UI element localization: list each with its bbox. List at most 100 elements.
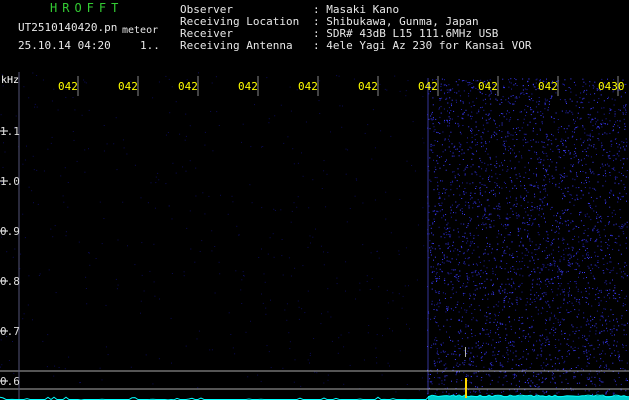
noise-pixel xyxy=(555,166,557,168)
noise-pixel xyxy=(580,326,582,328)
noise-pixel xyxy=(525,115,527,117)
noise-pixel xyxy=(558,246,560,248)
noise-pixel xyxy=(615,138,617,140)
noise-pixel xyxy=(467,225,469,227)
noise-pixel xyxy=(562,145,564,146)
noise-pixel xyxy=(430,227,432,229)
noise-pixel xyxy=(454,91,456,93)
noise-pixel xyxy=(453,366,455,368)
noise-pixel xyxy=(623,183,625,185)
noise-pixel xyxy=(543,337,545,339)
noise-pixel xyxy=(604,164,606,166)
noise-pixel xyxy=(547,194,548,196)
noise-pixel xyxy=(486,316,488,318)
noise-pixel xyxy=(540,287,541,289)
noise-pixel xyxy=(140,197,142,199)
noise-pixel xyxy=(171,362,172,364)
noise-pixel xyxy=(544,104,546,106)
noise-pixel xyxy=(578,309,580,311)
noise-pixel xyxy=(531,109,533,111)
noise-pixel xyxy=(593,173,595,175)
noise-pixel xyxy=(336,283,338,285)
noise-pixel xyxy=(447,125,448,127)
noise-pixel xyxy=(585,350,587,352)
noise-pixel xyxy=(543,205,545,206)
noise-pixel xyxy=(442,252,443,254)
noise-pixel xyxy=(460,329,462,331)
noise-pixel xyxy=(494,258,496,260)
noise-pixel xyxy=(605,392,607,394)
noise-pixel xyxy=(613,340,615,342)
noise-pixel xyxy=(452,171,454,173)
noise-pixel xyxy=(616,318,618,320)
noise-pixel xyxy=(463,283,464,285)
noise-pixel xyxy=(531,252,533,254)
noise-pixel xyxy=(547,159,549,160)
noise-pixel xyxy=(195,167,197,169)
noise-pixel xyxy=(433,159,434,161)
noise-pixel xyxy=(185,135,187,137)
noise-pixel xyxy=(436,272,438,273)
noise-pixel xyxy=(608,223,609,225)
noise-pixel xyxy=(544,185,545,187)
noise-pixel xyxy=(558,339,560,341)
noise-pixel xyxy=(444,280,446,281)
noise-pixel xyxy=(27,304,29,306)
noise-pixel xyxy=(600,215,602,217)
noise-pixel xyxy=(509,321,511,323)
noise-pixel xyxy=(568,150,570,152)
noise-pixel xyxy=(625,113,627,115)
noise-pixel xyxy=(504,143,505,145)
noise-pixel xyxy=(579,248,581,250)
noise-pixel xyxy=(621,323,623,325)
noise-pixel xyxy=(528,382,529,384)
noise-pixel xyxy=(516,256,518,258)
noise-pixel xyxy=(36,106,38,108)
noise-pixel xyxy=(576,139,578,141)
noise-pixel xyxy=(473,373,475,375)
noise-pixel xyxy=(526,249,528,251)
noise-pixel xyxy=(516,261,517,262)
noise-pixel xyxy=(545,301,547,303)
noise-pixel xyxy=(589,187,591,189)
noise-pixel xyxy=(588,117,590,119)
noise-pixel xyxy=(442,151,444,153)
noise-pixel xyxy=(576,327,578,329)
noise-pixel xyxy=(576,194,578,196)
noise-pixel xyxy=(598,139,600,141)
noise-pixel xyxy=(464,293,466,294)
noise-pixel xyxy=(483,253,485,255)
noise-pixel xyxy=(562,271,564,273)
noise-pixel xyxy=(515,350,517,352)
noise-pixel xyxy=(522,222,524,224)
noise-pixel xyxy=(464,263,466,265)
noise-pixel xyxy=(469,381,471,383)
noise-pixel xyxy=(617,329,618,331)
noise-pixel xyxy=(573,153,575,155)
noise-pixel xyxy=(486,199,488,201)
noise-pixel xyxy=(127,245,128,247)
noise-pixel xyxy=(618,235,620,237)
noise-pixel xyxy=(529,238,531,240)
noise-pixel xyxy=(440,89,442,91)
noise-pixel xyxy=(309,352,311,354)
noise-pixel xyxy=(428,118,430,120)
noise-pixel xyxy=(579,382,581,384)
noise-pixel xyxy=(371,158,373,160)
noise-pixel xyxy=(601,353,602,355)
noise-pixel xyxy=(461,307,462,309)
noise-pixel xyxy=(610,261,612,263)
noise-pixel xyxy=(454,276,456,277)
y-axis-unit: kHz xyxy=(1,75,19,86)
noise-pixel xyxy=(305,121,307,123)
noise-pixel xyxy=(594,93,596,95)
noise-pixel xyxy=(575,94,577,96)
noise-pixel xyxy=(540,312,542,314)
noise-pixel xyxy=(499,337,501,339)
noise-pixel xyxy=(429,378,431,380)
noise-pixel xyxy=(532,349,533,351)
noise-pixel xyxy=(580,374,582,376)
noise-pixel xyxy=(482,215,484,217)
noise-pixel xyxy=(495,267,497,268)
noise-pixel xyxy=(612,269,614,271)
